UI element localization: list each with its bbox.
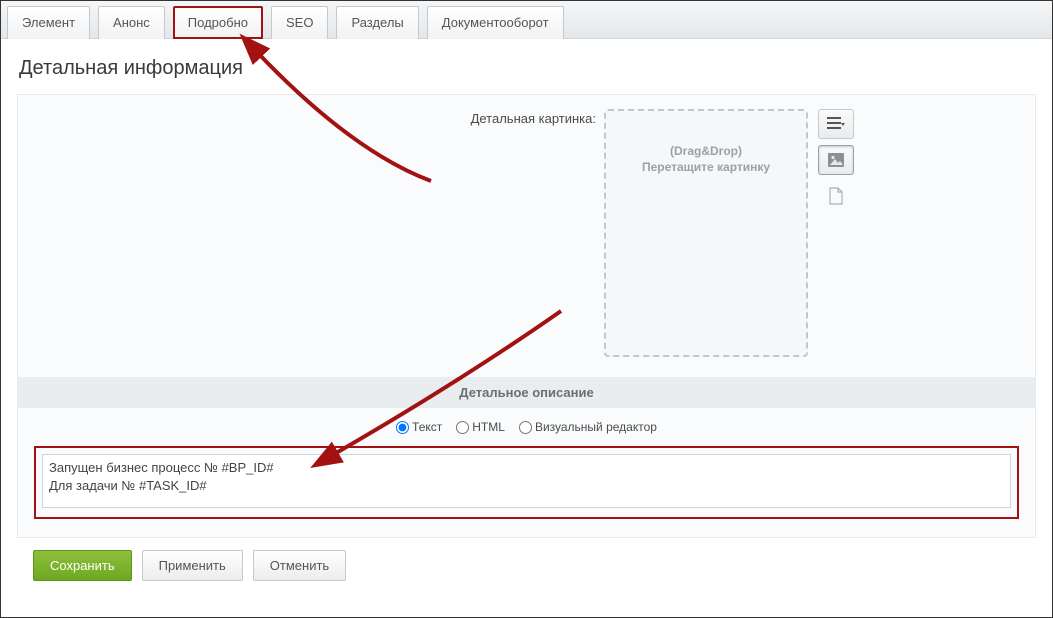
page-title: Детальная информация bbox=[19, 57, 1036, 80]
apply-button[interactable]: Применить bbox=[142, 550, 243, 581]
tab-razdely[interactable]: Разделы bbox=[336, 6, 418, 39]
description-textarea[interactable] bbox=[42, 454, 1011, 508]
tab-element[interactable]: Элемент bbox=[7, 6, 90, 39]
content: Детальная информация Детальная картинка:… bbox=[1, 39, 1052, 593]
image-preview-button[interactable] bbox=[818, 145, 854, 175]
app-frame: Элемент Анонс Подробно SEO Разделы Докум… bbox=[0, 0, 1053, 618]
tab-docflow[interactable]: Документооборот bbox=[427, 6, 564, 39]
editor-mode-html[interactable]: HTML bbox=[456, 420, 505, 434]
file-icon bbox=[829, 187, 843, 205]
detail-image-label: Детальная картинка: bbox=[34, 109, 604, 126]
cancel-button[interactable]: Отменить bbox=[253, 550, 346, 581]
editor-mode-visual-label: Визуальный редактор bbox=[535, 420, 657, 434]
dropzone-hint-2: Перетащите картинку bbox=[642, 160, 770, 174]
editor-mode-text-label: Текст bbox=[412, 420, 442, 434]
form-panel: Детальная картинка: (Drag&Drop) Перетащи… bbox=[17, 94, 1036, 538]
menu-button[interactable] bbox=[818, 109, 854, 139]
image-side-buttons bbox=[818, 109, 854, 357]
detail-image-row: Детальная картинка: (Drag&Drop) Перетащи… bbox=[34, 109, 1019, 357]
editor-mode-row: Текст HTML Визуальный редактор bbox=[34, 408, 1019, 442]
save-button[interactable]: Сохранить bbox=[33, 550, 132, 581]
description-highlight bbox=[34, 446, 1019, 519]
editor-mode-html-label: HTML bbox=[472, 420, 505, 434]
detail-image-controls: (Drag&Drop) Перетащите картинку bbox=[604, 109, 854, 357]
tab-seo[interactable]: SEO bbox=[271, 6, 328, 39]
image-dropzone[interactable]: (Drag&Drop) Перетащите картинку bbox=[604, 109, 808, 357]
editor-mode-visual[interactable]: Визуальный редактор bbox=[519, 420, 657, 434]
hamburger-icon bbox=[827, 117, 845, 131]
image-icon bbox=[828, 153, 844, 167]
actions-bar: Сохранить Применить Отменить bbox=[17, 538, 1036, 581]
editor-mode-text[interactable]: Текст bbox=[396, 420, 442, 434]
description-section-header: Детальное описание bbox=[18, 377, 1035, 408]
tab-podrobno[interactable]: Подробно bbox=[173, 6, 263, 39]
tabs-bar: Элемент Анонс Подробно SEO Разделы Докум… bbox=[1, 1, 1052, 39]
editor-mode-text-radio[interactable] bbox=[396, 421, 409, 434]
tab-anons[interactable]: Анонс bbox=[98, 6, 165, 39]
new-file[interactable] bbox=[818, 181, 854, 211]
editor-mode-visual-radio[interactable] bbox=[519, 421, 532, 434]
editor-mode-html-radio[interactable] bbox=[456, 421, 469, 434]
dropzone-hint-1: (Drag&Drop) bbox=[670, 144, 742, 158]
